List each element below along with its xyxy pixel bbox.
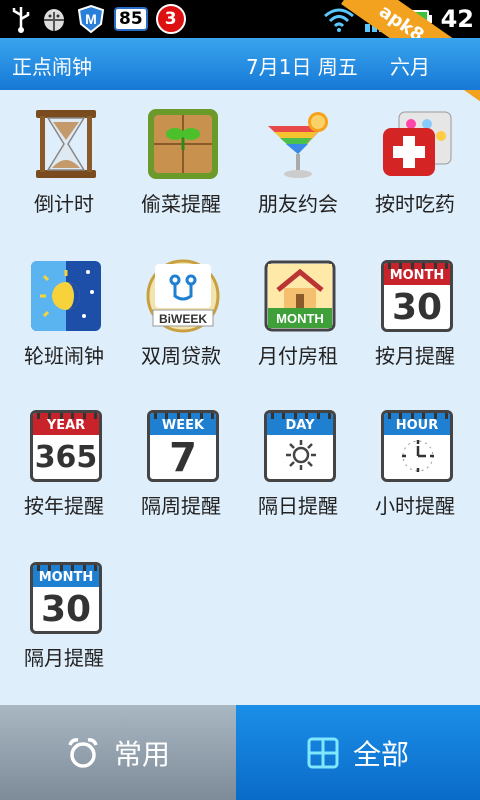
- app-label: 按年提醒: [24, 494, 104, 518]
- tab-all[interactable]: 全部: [236, 705, 480, 800]
- sun-icon: [286, 440, 316, 470]
- app-label: 偷菜提醒: [141, 192, 221, 216]
- year-calendar-icon: YEAR 365: [28, 408, 104, 484]
- app-hourly-reminder[interactable]: HOUR 小时提醒: [355, 402, 475, 542]
- app-label: 小时提醒: [375, 494, 455, 518]
- app-label: 按时吃药: [375, 192, 455, 216]
- hourglass-icon: [28, 106, 104, 182]
- bottom-tab-bar: 常用 全部: [0, 705, 480, 800]
- app-label: 倒计时: [34, 192, 94, 216]
- app-label: 月付房租: [258, 344, 338, 368]
- app-take-medicine[interactable]: 按时吃药: [355, 100, 475, 240]
- calendar-number: 30: [391, 287, 443, 328]
- cocktail-icon: [262, 106, 338, 182]
- medicine-box-icon: [379, 106, 455, 182]
- app-label: 轮班闹钟: [24, 344, 104, 368]
- app-label: 隔月提醒: [24, 646, 104, 670]
- day-calendar-icon: DAY: [262, 408, 338, 484]
- biweek-icon-text: BiWEEK: [159, 312, 207, 326]
- month-calendar-icon: MONTH 30: [379, 258, 455, 334]
- app-label: 隔日提醒: [258, 494, 338, 518]
- calendar-number: 7: [169, 435, 197, 481]
- house-calendar-icon: MONTH: [262, 258, 338, 334]
- app-every-other-day[interactable]: DAY 隔日提醒: [238, 402, 358, 542]
- tab-all-label: 全部: [352, 737, 409, 771]
- hour-calendar-icon: HOUR: [379, 408, 455, 484]
- android-debug-icon: [40, 5, 68, 33]
- app-bimonthly-reminder[interactable]: MONTH 30 隔月提醒: [4, 554, 124, 694]
- app-label: 隔周提醒: [141, 494, 221, 518]
- app-yearly-reminder[interactable]: YEAR 365 按年提醒: [4, 402, 124, 542]
- app-friend-date[interactable]: 朋友约会: [238, 100, 358, 240]
- usb-icon: [10, 5, 32, 33]
- shield-m-icon: M: [76, 4, 106, 34]
- app-label: 朋友约会: [258, 192, 338, 216]
- clock-time: 42: [440, 5, 474, 33]
- app-steal-veg[interactable]: 偷菜提醒: [121, 100, 241, 240]
- app-biweek-loan[interactable]: BiWEEK 双周贷款: [121, 252, 241, 392]
- app-title: 正点闹钟: [12, 55, 92, 79]
- header-bar: 正点闹钟 7月1日 周五 六月: [0, 38, 480, 90]
- alarm-clock-icon: [68, 737, 98, 768]
- week-calendar-icon: WEEK 7: [145, 408, 221, 484]
- app-label: 按月提醒: [375, 344, 455, 368]
- calendar-number: 365: [34, 440, 98, 475]
- biweek-icon: BiWEEK: [145, 258, 221, 334]
- notification-count-badge: 85: [114, 7, 148, 31]
- rent-icon-text: MONTH: [276, 311, 324, 326]
- app-label: 双周贷款: [141, 344, 221, 368]
- calendar-number: 30: [40, 589, 92, 630]
- app-biweekly-reminder[interactable]: WEEK 7 隔周提醒: [121, 402, 241, 542]
- grid-icon: [307, 737, 339, 768]
- alarm-count-badge: 3: [155, 4, 186, 34]
- app-monthly-rent[interactable]: MONTH 月付房租: [238, 252, 358, 392]
- app-monthly-reminder[interactable]: MONTH 30 按月提醒: [355, 252, 475, 392]
- clock-face-icon: [402, 440, 434, 472]
- header-lunar-date: 六月: [390, 55, 430, 79]
- header-date: 7月1日 周五: [246, 55, 358, 79]
- svg-text:M: M: [85, 11, 97, 27]
- sprout-box-icon: [145, 106, 221, 182]
- status-bar: M 85 3 42 apk8.com: [0, 0, 480, 102]
- bimonth-calendar-icon: MONTH 30: [28, 560, 104, 636]
- app-countdown[interactable]: 倒计时: [4, 100, 124, 240]
- tab-common-label: 常用: [113, 737, 170, 771]
- tab-common[interactable]: 常用: [0, 705, 236, 800]
- day-night-icon: [28, 258, 104, 334]
- app-shift-alarm[interactable]: 轮班闹钟: [4, 252, 124, 392]
